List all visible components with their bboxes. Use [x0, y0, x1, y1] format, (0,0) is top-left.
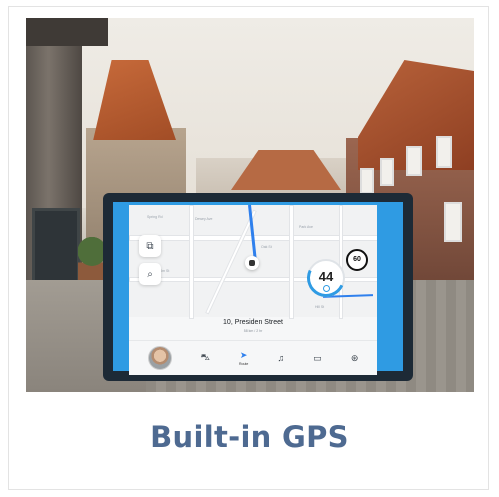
- destination-address: 10, Presiden Street: [223, 319, 283, 326]
- avatar[interactable]: [147, 346, 172, 370]
- nav-settings[interactable]: ⊛: [351, 353, 359, 364]
- nav-route[interactable]: ➤ Route: [239, 350, 248, 366]
- speed-limit-sign: 60: [346, 249, 368, 271]
- layers-icon: ⧉: [146, 240, 154, 252]
- tablet-device: Spring Rd Dewey Ave Park Ave Elm St Oak …: [103, 193, 413, 381]
- map-label: Hill St: [315, 305, 325, 309]
- map-label: Spring Rd: [147, 215, 163, 219]
- nav-route-label: Route: [239, 362, 249, 366]
- navigation-icon: ➤: [239, 350, 248, 360]
- nav-music[interactable]: ♫: [277, 353, 284, 363]
- current-speed: 44: [318, 269, 334, 284]
- trip-info: 58 km / 2 hr: [243, 329, 263, 333]
- search-icon: ⌕: [147, 268, 153, 280]
- nav-phone[interactable]: ▭: [313, 353, 322, 364]
- speedometer: 44: [301, 253, 351, 303]
- map-label: Dewey Ave: [195, 217, 213, 221]
- map-label: Oak St: [261, 245, 272, 249]
- phone-icon: ▭: [313, 352, 322, 363]
- search-button[interactable]: ⌕: [139, 263, 161, 285]
- nav-car[interactable]: ⛍: [201, 352, 210, 364]
- layers-button[interactable]: ⧉: [139, 235, 161, 257]
- settings-icon: ⊛: [350, 352, 359, 363]
- map-label: Park Ave: [299, 225, 313, 229]
- current-position-marker: [245, 256, 259, 270]
- car-icon: ⛍: [200, 352, 210, 362]
- map-view[interactable]: Spring Rd Dewey Ave Park Ave Elm St Oak …: [129, 205, 377, 319]
- caption-title: Built-in GPS: [150, 420, 349, 454]
- music-icon: ♫: [277, 353, 285, 363]
- gps-screen: Spring Rd Dewey Ave Park Ave Elm St Oak …: [129, 205, 377, 375]
- bottom-nav: ⛍ ➤ Route ♫ ▭ ⊛: [129, 341, 377, 375]
